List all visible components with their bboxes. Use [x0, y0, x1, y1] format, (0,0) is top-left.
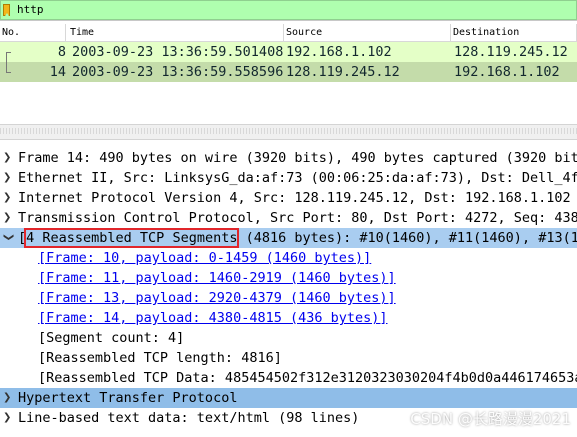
tree-item-label: Ethernet II, Src: LinksysG_da:af:73 (00:…	[18, 170, 577, 186]
column-header-destination[interactable]: Destination	[451, 24, 577, 41]
packet-details-pane: ❯ Frame 14: 490 bytes on wire (3920 bits…	[0, 144, 577, 437]
packet-destination: 128.119.245.12	[454, 44, 568, 60]
packet-time: 2003-09-23 13:36:59.501408	[72, 44, 284, 60]
expand-arrow-icon[interactable]: ❯	[3, 148, 13, 168]
packet-list-empty-area	[0, 82, 577, 124]
expand-arrow-icon[interactable]: ❯	[3, 168, 13, 188]
bookmark-icon[interactable]	[3, 4, 10, 16]
expand-arrow-icon[interactable]: ❯	[3, 188, 13, 208]
tree-item-tcp[interactable]: ❯ Transmission Control Protocol, Src Por…	[0, 208, 577, 228]
frame-link[interactable]: [Frame: 10, payload: 0-1459 (1460 bytes)…	[38, 248, 371, 268]
tree-child-reassembled-data[interactable]: [Reassembled TCP Data: 485454502f312e312…	[0, 368, 577, 388]
tree-child-reassembled-length[interactable]: [Reassembled TCP length: 4816]	[0, 348, 577, 368]
tree-item-label: Hypertext Transfer Protocol	[18, 390, 238, 406]
column-header-source[interactable]: Source	[284, 24, 451, 41]
tree-item-ip[interactable]: ❯ Internet Protocol Version 4, Src: 128.…	[0, 188, 577, 208]
tree-item-label: Line-based text data: text/html (98 line…	[18, 410, 360, 426]
packet-source: 128.119.245.12	[286, 64, 400, 80]
wireshark-window: http No. Time Source Destination 8 2003-…	[0, 0, 577, 437]
tree-item-reassembled-segments[interactable]: ❯ [4 Reassembled TCP Segments (4816 byte…	[0, 228, 577, 248]
tree-child-frame-link[interactable]: [Frame: 14, payload: 4380-4815 (436 byte…	[0, 308, 577, 328]
tree-item-http[interactable]: ❯ Hypertext Transfer Protocol	[0, 388, 577, 408]
frame-link[interactable]: [Frame: 13, payload: 2920-4379 (1460 byt…	[38, 288, 396, 308]
reassembled-segments-label: 4 Reassembled TCP Segments	[24, 228, 240, 248]
collapse-arrow-icon[interactable]: ❯	[0, 233, 18, 243]
frame-link[interactable]: [Frame: 11, payload: 1460-2919 (1460 byt…	[38, 268, 396, 288]
watermark: CSDN @长路漫漫2021	[410, 410, 571, 428]
filter-text: http	[17, 3, 44, 16]
tree-child-label: [Reassembled TCP Data: 485454502f312e312…	[38, 370, 577, 386]
tree-child-frame-link[interactable]: [Frame: 13, payload: 2920-4379 (1460 byt…	[0, 288, 577, 308]
column-header-no[interactable]: No.	[0, 24, 66, 41]
packet-destination: 192.168.1.102	[454, 64, 560, 80]
tree-child-label: [Reassembled TCP length: 4816]	[38, 350, 282, 366]
packet-no: 8	[57, 44, 66, 60]
tree-item-label: [4 Reassembled TCP Segments (4816 bytes)…	[18, 228, 577, 248]
expand-arrow-icon[interactable]: ❯	[3, 388, 13, 408]
tree-item-label: Transmission Control Protocol, Src Port:…	[18, 210, 577, 226]
display-filter-input[interactable]: http	[0, 0, 577, 20]
tree-item-label: Internet Protocol Version 4, Src: 128.11…	[18, 190, 571, 206]
tree-child-frame-link[interactable]: [Frame: 10, payload: 0-1459 (1460 bytes)…	[0, 248, 577, 268]
tree-child-segment-count[interactable]: [Segment count: 4]	[0, 328, 577, 348]
tree-item-frame[interactable]: ❯ Frame 14: 490 bytes on wire (3920 bits…	[0, 148, 577, 168]
packet-list-header: No. Time Source Destination	[0, 24, 577, 42]
expand-arrow-icon[interactable]: ❯	[3, 408, 13, 428]
tree-child-label: [Segment count: 4]	[38, 330, 185, 346]
pane-splitter[interactable]	[0, 124, 577, 140]
packet-row[interactable]: 8 2003-09-23 13:36:59.501408 192.168.1.1…	[0, 42, 577, 62]
tree-item-label: Frame 14: 490 bytes on wire (3920 bits),…	[18, 150, 577, 166]
bracket-open: [	[18, 230, 27, 246]
expand-arrow-icon[interactable]: ❯	[3, 208, 13, 228]
packet-row-selected[interactable]: 14 2003-09-23 13:36:59.558596 128.119.24…	[0, 62, 577, 82]
column-header-time[interactable]: Time	[68, 24, 284, 41]
reassembled-segments-detail: (4816 bytes): #10(1460), #11(1460), #13(…	[237, 230, 577, 246]
frame-link[interactable]: [Frame: 14, payload: 4380-4815 (436 byte…	[38, 308, 388, 328]
packet-time: 2003-09-23 13:36:59.558596	[72, 64, 284, 80]
tree-item-ethernet[interactable]: ❯ Ethernet II, Src: LinksysG_da:af:73 (0…	[0, 168, 577, 188]
display-filter-bar: http	[0, 0, 577, 21]
tree-child-frame-link[interactable]: [Frame: 11, payload: 1460-2919 (1460 byt…	[0, 268, 577, 288]
packet-no: 14	[49, 64, 66, 80]
packet-source: 192.168.1.102	[286, 44, 392, 60]
